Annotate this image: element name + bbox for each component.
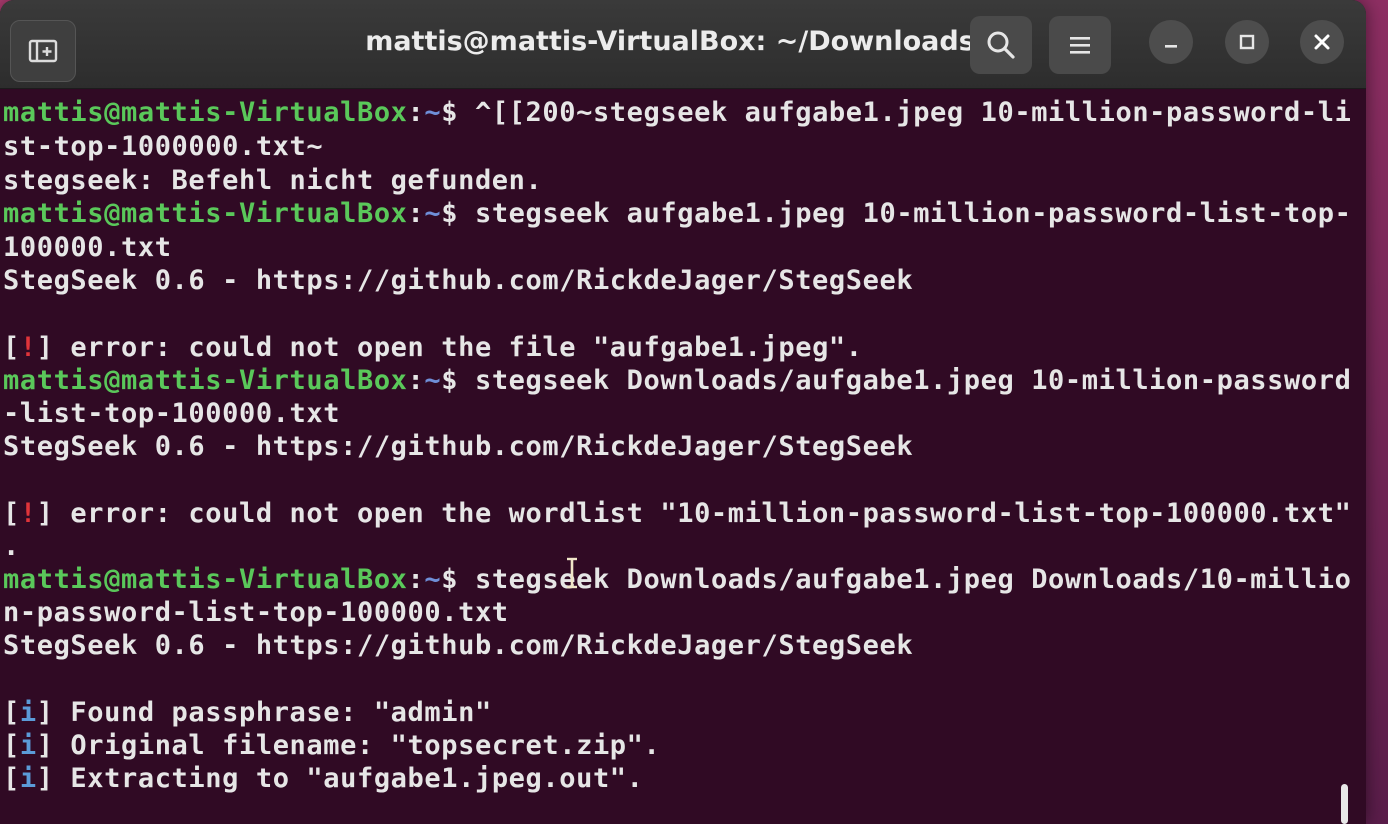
search-icon [987, 31, 1015, 59]
prompt-user-host: mattis@mattis-VirtualBox [3, 564, 408, 595]
prompt-dir: ~ [424, 365, 442, 396]
info-mark: i [19, 763, 37, 794]
terminal-line: mattis@mattis-VirtualBox:~$ stegseek Dow… [3, 364, 1351, 398]
terminal-line: -list-top-100000.txt [3, 398, 341, 429]
new-tab-icon [28, 39, 58, 63]
bracket: [ [3, 498, 20, 529]
bracket: [ [3, 697, 20, 728]
prompt-symbol: $ [441, 198, 459, 229]
hamburger-menu-icon [1070, 37, 1090, 54]
error-text: ] error: could not open the wordlist "10… [36, 498, 1352, 529]
minimize-button[interactable] [1149, 20, 1193, 64]
prompt-dir: ~ [424, 564, 442, 595]
terminal-line: mattis@mattis-VirtualBox:~$ stegseek Dow… [3, 563, 1351, 597]
mouse-ibeam-cursor-icon [567, 557, 577, 589]
error-text: ] error: could not open the file "aufgab… [36, 332, 863, 363]
prompt-separator: : [407, 365, 425, 396]
terminal-line: [i] Extracting to "aufgabe1.jpeg.out". [3, 762, 644, 796]
terminal-line: mattis@mattis-VirtualBox:~$ ^[[200~stegs… [3, 96, 1351, 130]
terminal-line: StegSeek 0.6 - https://github.com/Rickde… [3, 265, 914, 296]
menu-button[interactable] [1049, 16, 1111, 74]
terminal-window: mattis@mattis-VirtualBox: ~/Downloads ma… [0, 0, 1366, 824]
prompt-separator: : [407, 198, 425, 229]
maximize-button[interactable] [1225, 20, 1269, 64]
info-text: ] Original filename: "topsecret.zip". [36, 730, 661, 761]
command-text: stegseek Downloads/aufgabe1.jpeg 10-mill… [458, 365, 1352, 396]
command-text: stegseek Downloads/aufgabe1.jpeg Downloa… [458, 564, 1352, 595]
titlebar: mattis@mattis-VirtualBox: ~/Downloads [0, 0, 1366, 89]
prompt-symbol: $ [441, 365, 459, 396]
terminal-line: StegSeek 0.6 - https://github.com/Rickde… [3, 630, 914, 661]
command-text: stegseek aufgabe1.jpeg 10-million-passwo… [458, 198, 1352, 229]
info-mark: i [19, 730, 37, 761]
prompt-dir: ~ [424, 198, 442, 229]
terminal-line: [i] Original filename: "topsecret.zip". [3, 729, 660, 763]
prompt-user-host: mattis@mattis-VirtualBox [3, 97, 408, 128]
minimize-icon [1165, 45, 1177, 48]
command-text: ^[[200~stegseek aufgabe1.jpeg 10-million… [458, 97, 1352, 128]
terminal-line: n-password-list-top-100000.txt [3, 597, 509, 628]
info-mark: i [19, 697, 37, 728]
bracket: [ [3, 332, 20, 363]
maximize-icon [1239, 34, 1255, 50]
close-button[interactable] [1300, 20, 1344, 64]
prompt-dir: ~ [424, 97, 442, 128]
terminal-line: . [3, 531, 20, 562]
terminal-line: mattis@mattis-VirtualBox:~$ stegseek auf… [3, 197, 1351, 231]
terminal-line: [!] error: could not open the file "aufg… [3, 331, 863, 365]
search-button[interactable] [970, 16, 1032, 74]
terminal-line: StegSeek 0.6 - https://github.com/Rickde… [3, 431, 914, 462]
prompt-user-host: mattis@mattis-VirtualBox [3, 198, 408, 229]
prompt-user-host: mattis@mattis-VirtualBox [3, 365, 408, 396]
terminal-output[interactable]: mattis@mattis-VirtualBox:~$ ^[[200~stegs… [0, 89, 1366, 824]
error-mark: ! [19, 332, 37, 363]
info-text: ] Found passphrase: "admin" [36, 697, 492, 728]
terminal-line: 100000.txt [3, 232, 172, 263]
error-mark: ! [19, 498, 37, 529]
scrollbar[interactable] [1341, 784, 1348, 824]
close-icon [1314, 34, 1330, 50]
terminal-line: st-top-1000000.txt~ [3, 131, 324, 162]
bracket: [ [3, 730, 20, 761]
prompt-symbol: $ [441, 564, 459, 595]
terminal-line: [i] Found passphrase: "admin" [3, 696, 492, 730]
prompt-separator: : [407, 97, 425, 128]
info-text: ] Extracting to "aufgabe1.jpeg.out". [36, 763, 644, 794]
prompt-separator: : [407, 564, 425, 595]
prompt-symbol: $ [441, 97, 459, 128]
window-title: mattis@mattis-VirtualBox: ~/Downloads [365, 26, 975, 57]
bracket: [ [3, 763, 20, 794]
terminal-line: [!] error: could not open the wordlist "… [3, 497, 1351, 531]
terminal-line: stegseek: Befehl nicht gefunden. [3, 165, 543, 196]
new-tab-button[interactable] [10, 20, 76, 82]
